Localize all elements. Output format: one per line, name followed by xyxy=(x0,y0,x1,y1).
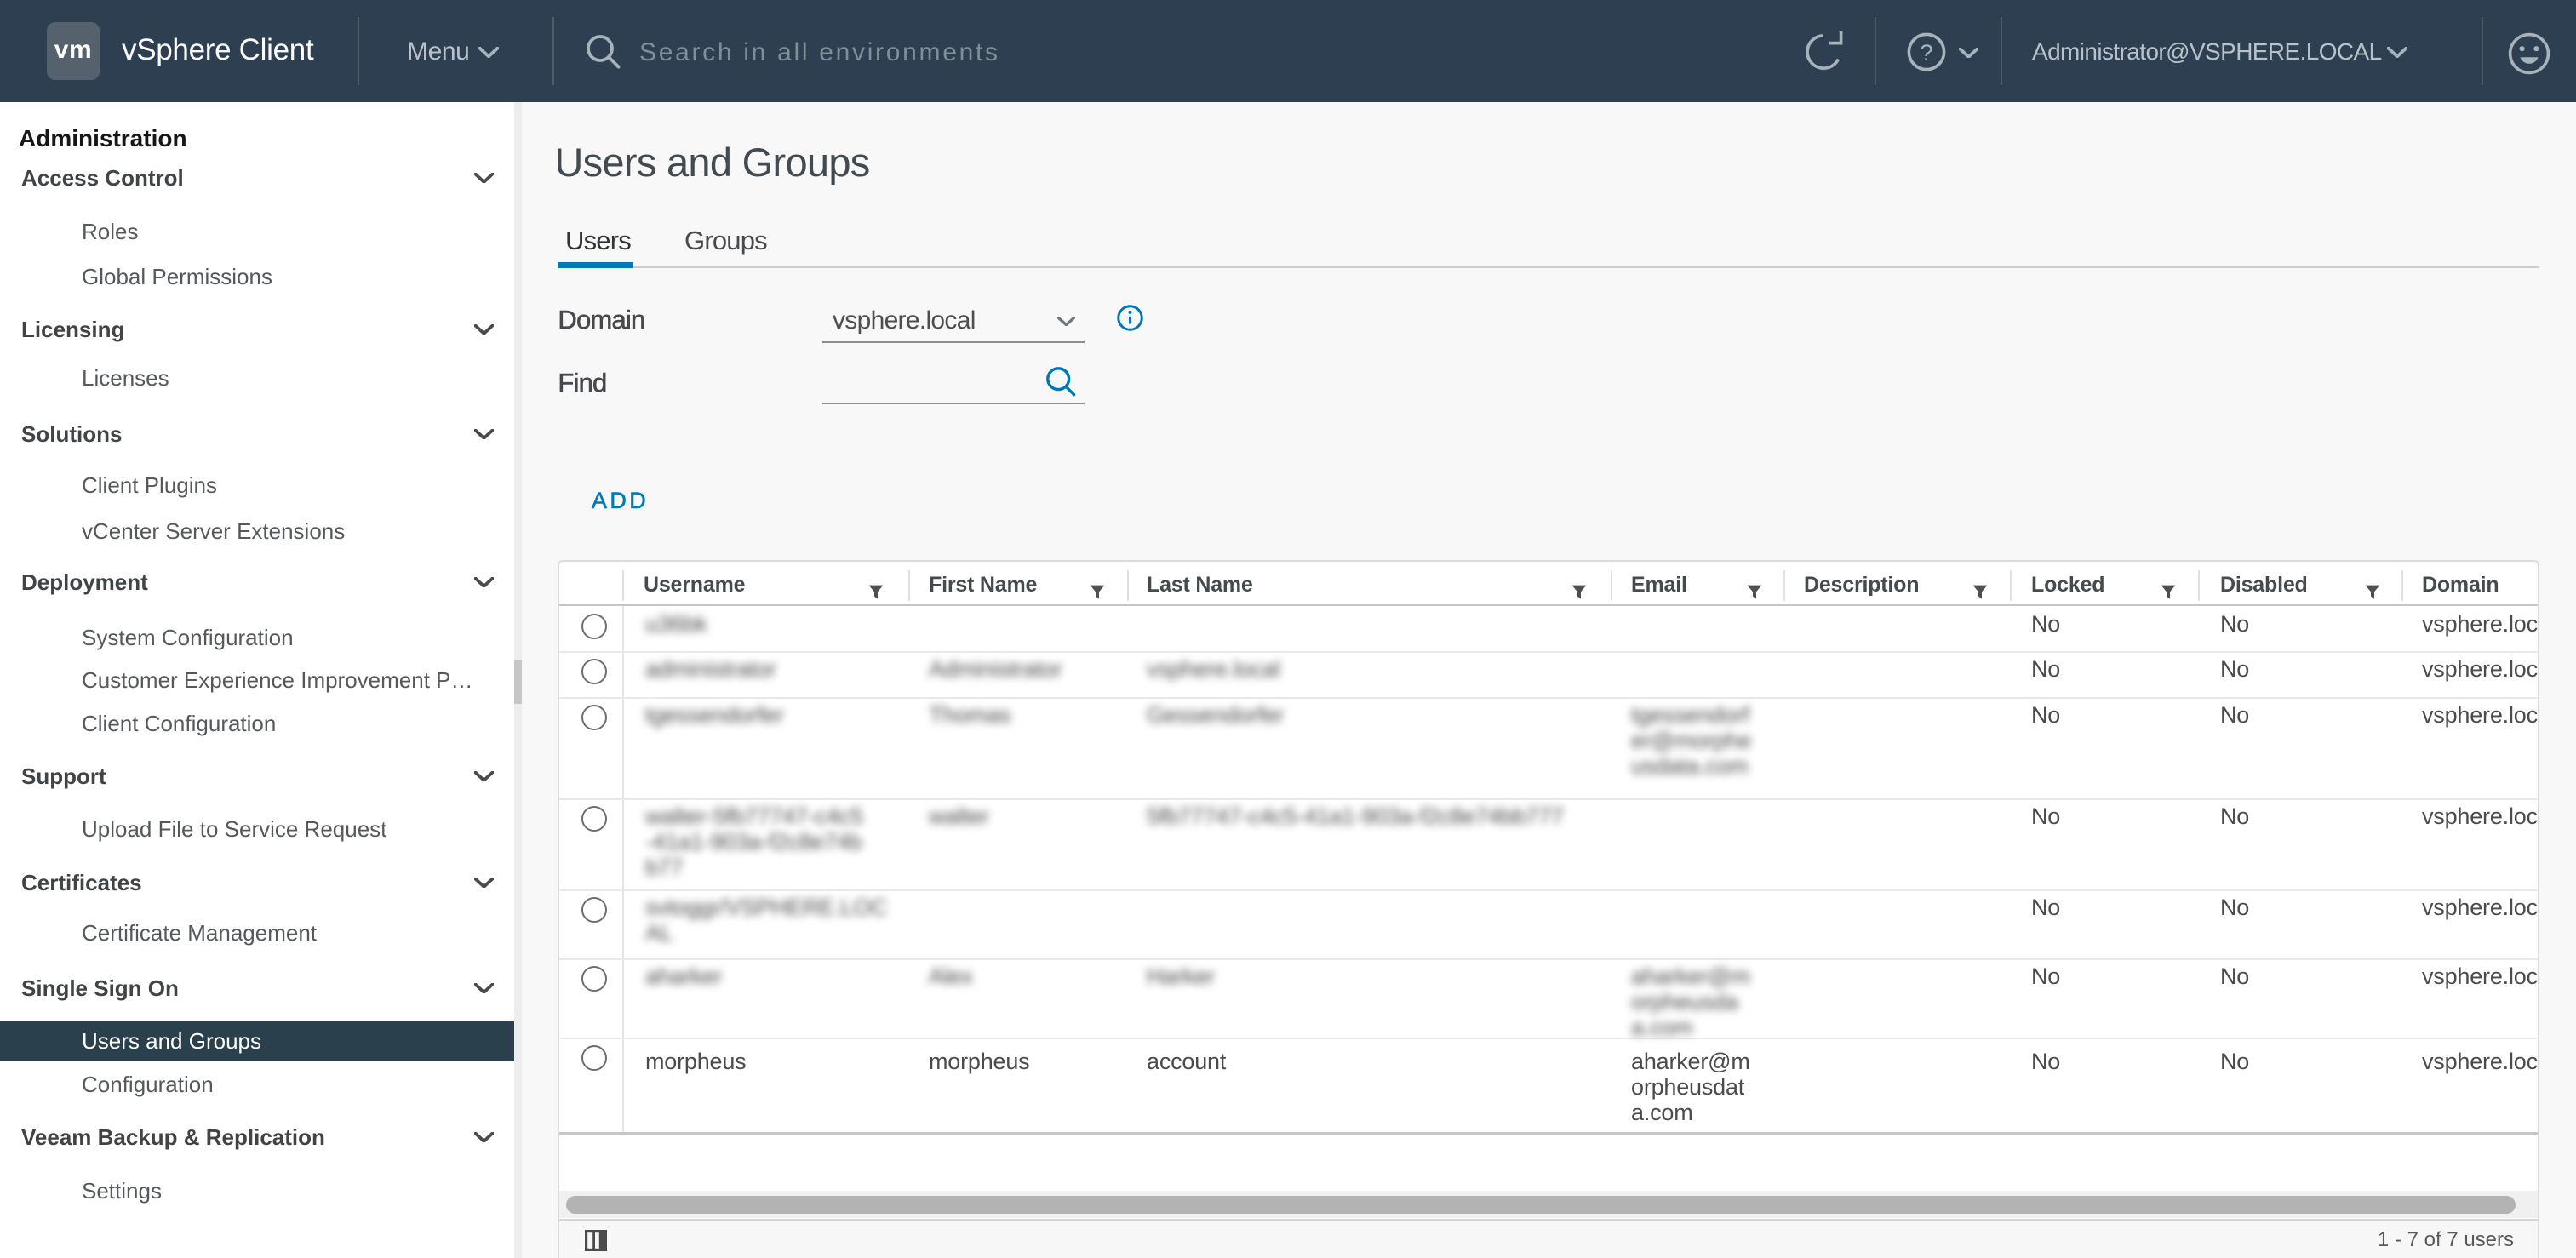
svg-text:?: ? xyxy=(1920,40,1932,66)
